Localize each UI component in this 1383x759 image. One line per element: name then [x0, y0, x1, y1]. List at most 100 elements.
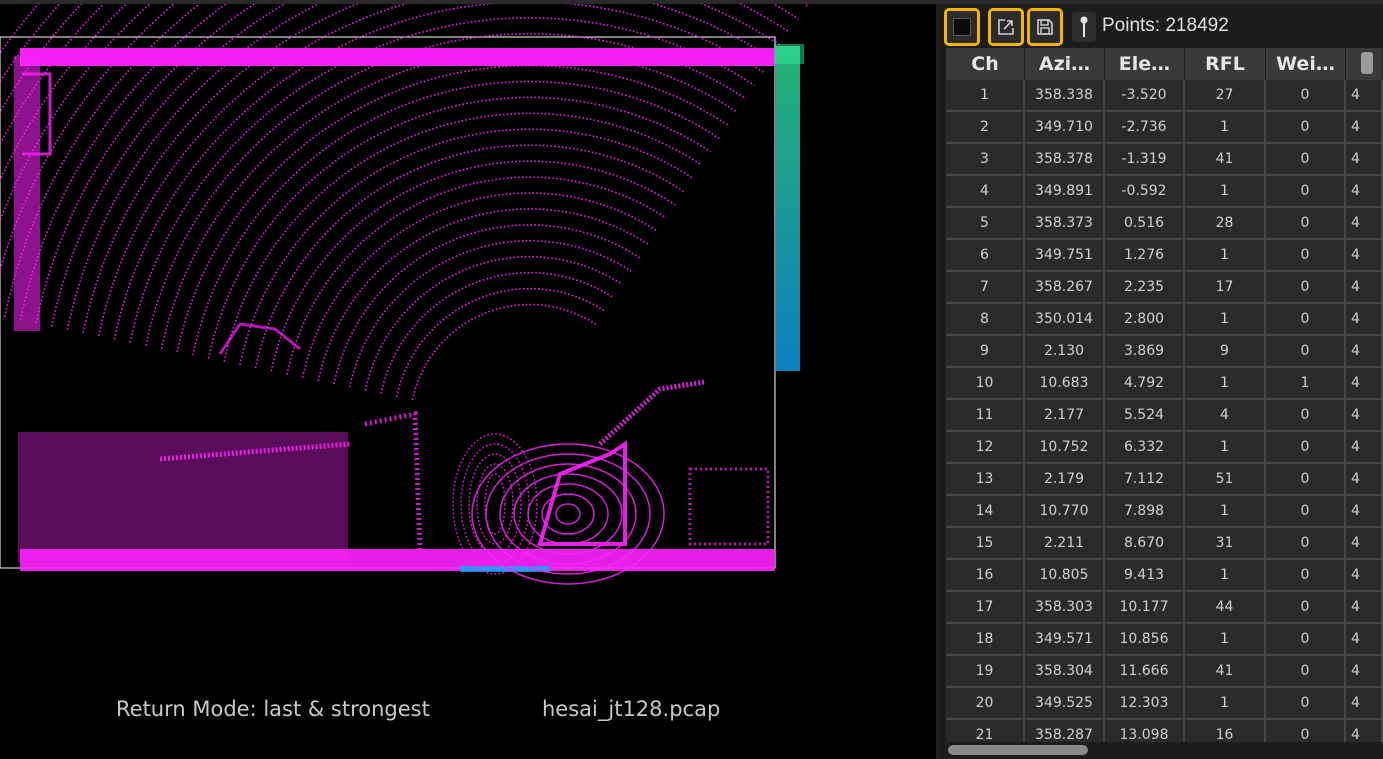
table-cell: 7	[946, 272, 1025, 304]
table-cell: 17	[946, 592, 1025, 624]
table-cell: 358.304	[1025, 656, 1105, 688]
table-cell: 2.235	[1105, 272, 1185, 304]
points-count-label: Points: 218492	[1102, 15, 1229, 36]
table-cell: 7.112	[1105, 464, 1185, 496]
table-cell: 4	[1346, 560, 1383, 592]
table-cell: 4	[1346, 208, 1383, 240]
table-cell: 41	[1185, 144, 1266, 176]
horizontal-scrollbar-thumb[interactable]	[948, 745, 1088, 755]
table-cell: 1	[1185, 560, 1266, 592]
table-cell: 358.303	[1025, 592, 1105, 624]
table-row[interactable]: 9 2.130 3.869 9 0 4	[946, 336, 1383, 368]
table-cell: 4	[946, 176, 1025, 208]
table-cell: 10.752	[1025, 432, 1105, 464]
table-cell: 0	[1266, 496, 1346, 528]
table-row[interactable]: 7 358.267 2.235 17 0 4	[946, 272, 1383, 304]
table-cell: 349.891	[1025, 176, 1105, 208]
table-row[interactable]: 15 2.211 8.670 31 0 4	[946, 528, 1383, 560]
table-row[interactable]: 6 349.751 1.276 1 0 4	[946, 240, 1383, 272]
table-cell: 4.792	[1105, 368, 1185, 400]
table-row[interactable]: 2 349.710 -2.736 1 0 4	[946, 112, 1383, 144]
pin-button[interactable]	[1072, 12, 1096, 42]
table-row[interactable]: 18 349.571 10.856 1 0 4	[946, 624, 1383, 656]
stop-button[interactable]	[944, 8, 980, 46]
table-cell: 10	[946, 368, 1025, 400]
table-cell: 6	[946, 240, 1025, 272]
table-cell: 358.373	[1025, 208, 1105, 240]
table-cell: 4	[1346, 272, 1383, 304]
table-cell: 2.130	[1025, 336, 1105, 368]
table-row[interactable]: 8 350.014 2.800 1 0 4	[946, 304, 1383, 336]
table-cell: 9.413	[1105, 560, 1185, 592]
table-row[interactable]: 12 10.752 6.332 1 0 4	[946, 432, 1383, 464]
table-row[interactable]: 11 2.177 5.524 4 0 4	[946, 400, 1383, 432]
column-header[interactable]: Azi…	[1025, 48, 1105, 80]
table-cell: 1	[1185, 112, 1266, 144]
table-cell: 8.670	[1105, 528, 1185, 560]
table-row[interactable]: 14 10.770 7.898 1 0 4	[946, 496, 1383, 528]
table-row[interactable]: 17 358.303 10.177 44 0 4	[946, 592, 1383, 624]
table-cell: 11	[946, 400, 1025, 432]
table-cell: 0	[1266, 144, 1346, 176]
table-row[interactable]: 20 349.525 12.303 1 0 4	[946, 688, 1383, 720]
table-cell: 2.800	[1105, 304, 1185, 336]
table-cell: 20	[946, 688, 1025, 720]
table-cell: 1	[1185, 240, 1266, 272]
table-row[interactable]: 5 358.373 0.516 28 0 4	[946, 208, 1383, 240]
table-cell: 4	[1346, 176, 1383, 208]
table-cell: 9	[1185, 336, 1266, 368]
table-cell: 4	[1346, 592, 1383, 624]
table-cell: 7.898	[1105, 496, 1185, 528]
pin-icon	[1080, 16, 1088, 37]
column-header[interactable]: Wei…	[1266, 48, 1346, 80]
table-cell: 0	[1266, 656, 1346, 688]
table-cell: 0	[1266, 400, 1346, 432]
table-cell: 19	[946, 656, 1025, 688]
point-cloud-canvas[interactable]	[0, 4, 936, 759]
table-cell: 2	[946, 112, 1025, 144]
table-cell: 349.525	[1025, 688, 1105, 720]
table-cell: 3.869	[1105, 336, 1185, 368]
export-button[interactable]	[988, 8, 1024, 46]
table-cell: 13	[946, 464, 1025, 496]
table-cell: 358.267	[1025, 272, 1105, 304]
table-row[interactable]: 19 358.304 11.666 41 0 4	[946, 656, 1383, 688]
column-header[interactable]: RFL	[1185, 48, 1266, 80]
horizontal-scrollbar[interactable]	[946, 742, 1383, 759]
table-cell: 1	[1185, 496, 1266, 528]
table-cell: 12.303	[1105, 688, 1185, 720]
table-cell: 1	[1185, 624, 1266, 656]
table-cell: 0.516	[1105, 208, 1185, 240]
table-cell: -2.736	[1105, 112, 1185, 144]
column-header[interactable]: Ele…	[1105, 48, 1185, 80]
table-cell: 3	[946, 144, 1025, 176]
table-row[interactable]: 4 349.891 -0.592 1 0 4	[946, 176, 1383, 208]
table-cell: 9	[946, 336, 1025, 368]
table-cell: 0	[1266, 208, 1346, 240]
column-header[interactable]: Ch	[946, 48, 1025, 80]
table-row[interactable]: 1 358.338 -3.520 27 0 4	[946, 80, 1383, 112]
table-cell: 0	[1266, 112, 1346, 144]
save-button[interactable]	[1027, 8, 1063, 46]
table-cell: 4	[1346, 144, 1383, 176]
app-window: Return Mode: last & strongest hesai_jt12…	[0, 0, 1383, 759]
table-cell: 4	[1346, 240, 1383, 272]
table-cell: 4	[1185, 400, 1266, 432]
table-cell: 349.710	[1025, 112, 1105, 144]
table-cell: -3.520	[1105, 80, 1185, 112]
table-row[interactable]: 16 10.805 9.413 1 0 4	[946, 560, 1383, 592]
table-cell: 27	[1185, 80, 1266, 112]
table-row[interactable]: 10 10.683 4.792 1 1 4	[946, 368, 1383, 400]
table-cell: 0	[1266, 432, 1346, 464]
table-row[interactable]: 13 2.179 7.112 51 0 4	[946, 464, 1383, 496]
table-row[interactable]: 3 358.378 -1.319 41 0 4	[946, 144, 1383, 176]
table-cell: 4	[1346, 496, 1383, 528]
table-header: Ch Azi… Ele… RFL Wei…	[946, 48, 1383, 80]
table-cell: 5	[946, 208, 1025, 240]
point-cloud-viewport[interactable]: Return Mode: last & strongest hesai_jt12…	[0, 4, 936, 759]
table-cell: 1	[1266, 368, 1346, 400]
table-cell: 15	[946, 528, 1025, 560]
vertical-scrollbar-thumb[interactable]	[1361, 52, 1373, 74]
table-cell: 10.770	[1025, 496, 1105, 528]
point-data-panel: Points: 218492 Ch Azi… Ele… RFL Wei… 1 358.33…	[940, 4, 1383, 759]
